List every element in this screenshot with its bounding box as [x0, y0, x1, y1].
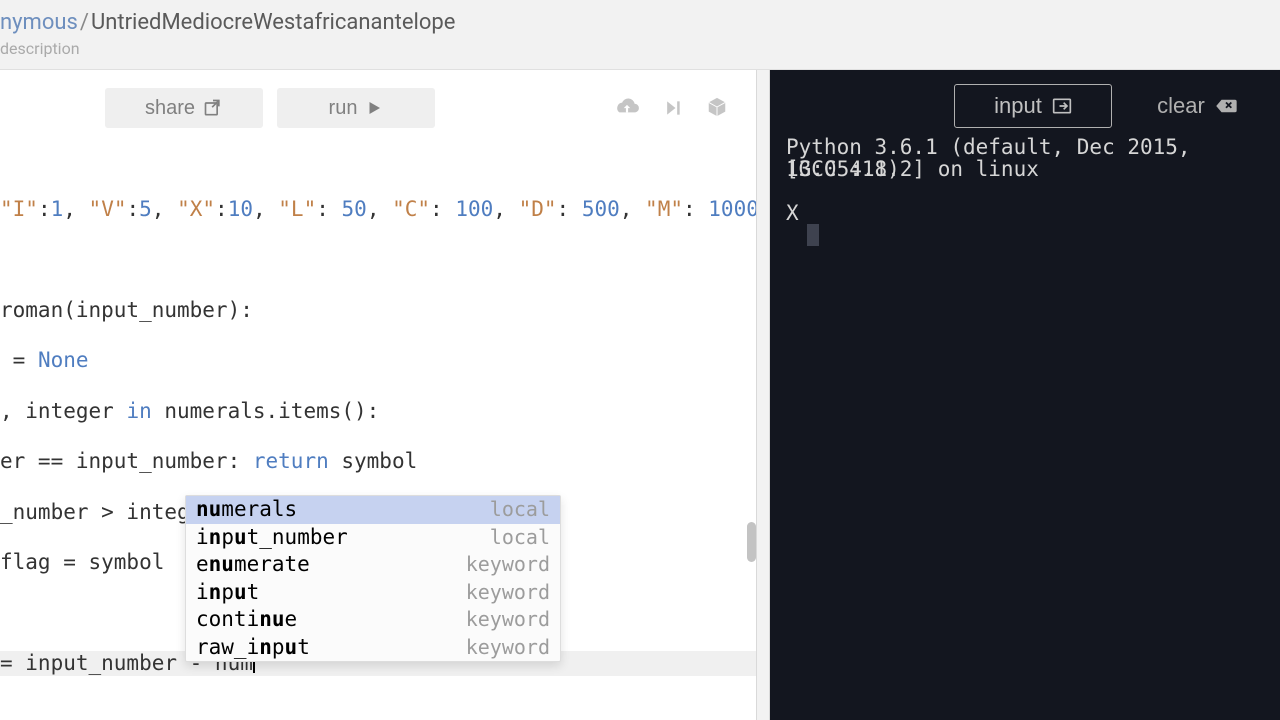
clear-button[interactable]: clear	[1132, 84, 1262, 128]
terminal-output[interactable]: Python 3.6.1 (default, Dec 2015, 13:05:1…	[770, 136, 1280, 246]
autocomplete-item[interactable]: input_number local	[186, 524, 560, 552]
terminal-line: X	[786, 202, 1280, 224]
terminal-pane[interactable]: input clear Python 3.6.1 (default, Dec 2…	[770, 70, 1280, 720]
autocomplete-item[interactable]: input keyword	[186, 579, 560, 607]
cloud-upload-icon[interactable]	[614, 96, 640, 120]
terminal-prompt[interactable]	[786, 224, 1280, 246]
terminal-toolbar: input clear	[954, 84, 1262, 128]
breadcrumb[interactable]: nymous/UntriedMediocreWestafricanantelop…	[0, 10, 1280, 35]
main: share run "I":1, "V":5, "X":10, "L": 50,	[0, 70, 1280, 720]
autocomplete-item[interactable]: raw_input keyword	[186, 634, 560, 662]
topbar: nymous/UntriedMediocreWestafricanantelop…	[0, 0, 1280, 70]
autocomplete-popup[interactable]: numerals local input_number local enumer…	[185, 495, 561, 662]
step-icon[interactable]	[662, 96, 684, 120]
autocomplete-item[interactable]: numerals local	[186, 496, 560, 524]
input-icon	[1052, 97, 1072, 115]
editor-pane: share run "I":1, "V":5, "X":10, "L": 50,	[0, 70, 756, 720]
editor-toolbar: share run	[0, 70, 756, 132]
breadcrumb-slash: /	[78, 10, 91, 35]
pane-divider[interactable]	[756, 70, 770, 720]
terminal-cursor	[807, 224, 819, 246]
project-description[interactable]: description	[0, 39, 1280, 58]
autocomplete-item[interactable]: continue keyword	[186, 606, 560, 634]
input-label: input	[994, 93, 1042, 119]
clear-label: clear	[1157, 93, 1205, 119]
run-label: run	[329, 97, 358, 120]
input-button[interactable]: input	[954, 84, 1112, 128]
terminal-line: [GCC 4.8.2] on linux	[786, 158, 1280, 180]
breadcrumb-project[interactable]: UntriedMediocreWestafricanantelope	[91, 10, 455, 35]
autocomplete-item[interactable]: enumerate keyword	[186, 551, 560, 579]
breadcrumb-user[interactable]: nymous	[0, 10, 78, 35]
share-label: share	[145, 97, 195, 120]
backspace-icon	[1215, 98, 1237, 114]
share-icon	[203, 98, 223, 118]
run-button[interactable]: run	[277, 88, 435, 128]
terminal-prompt	[786, 180, 1280, 202]
terminal-line: Python 3.6.1 (default, Dec 2015, 13:05:1…	[786, 136, 1280, 158]
editor-toolbar-right	[614, 96, 738, 120]
package-icon[interactable]	[706, 96, 728, 120]
play-icon	[365, 99, 383, 117]
editor-scrollbar[interactable]	[747, 522, 756, 562]
share-button[interactable]: share	[105, 88, 263, 128]
